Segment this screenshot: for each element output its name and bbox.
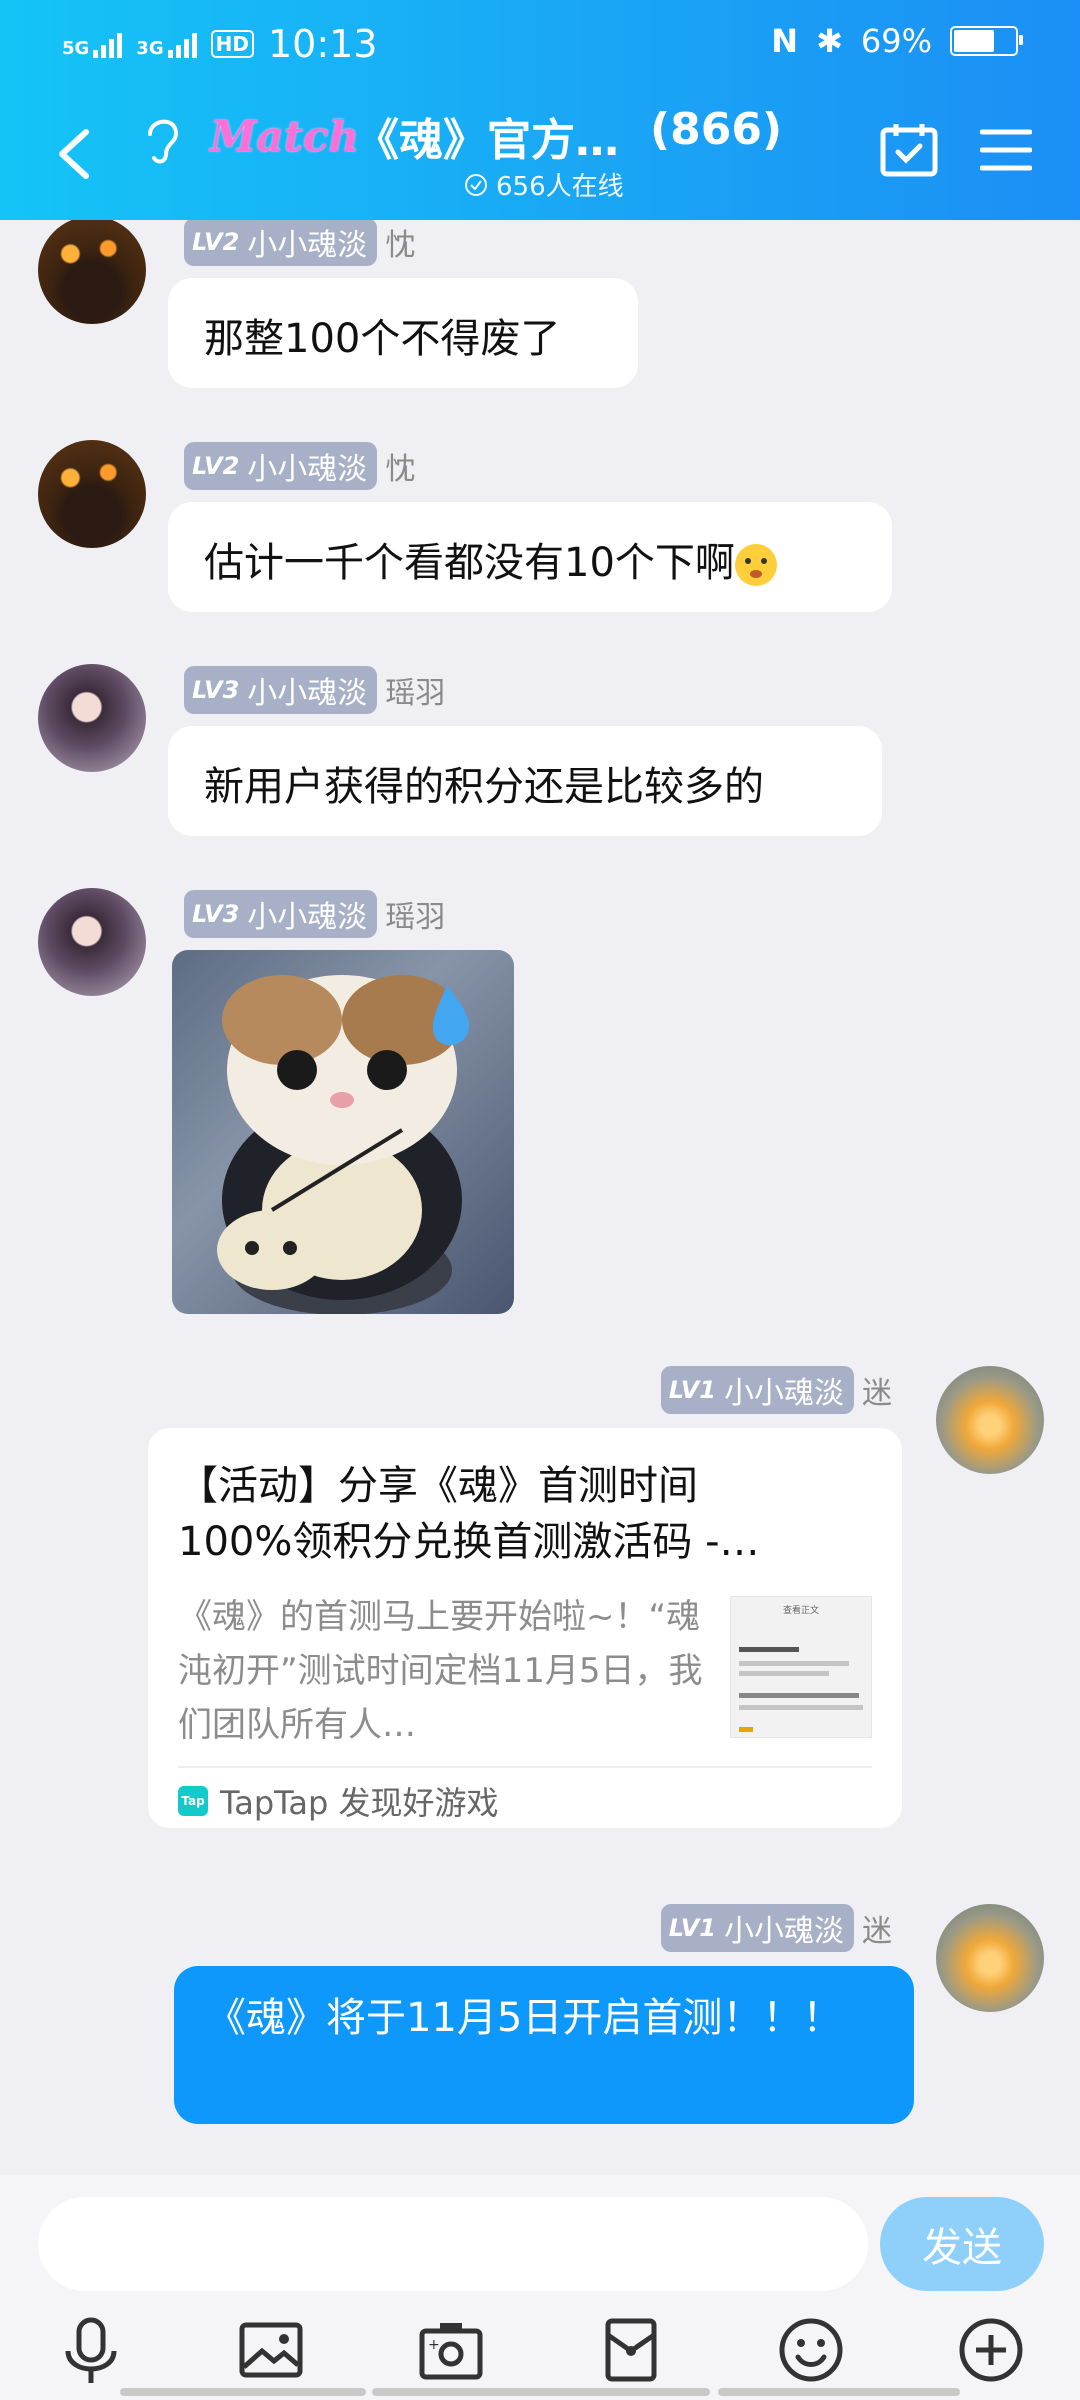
input-bar: 发送 + [0, 2175, 1080, 2400]
sender-line: LV3 小小魂淡 瑶羽 [184, 890, 445, 938]
level-badge: LV1 小小魂淡 [660, 1366, 854, 1414]
toolbar: + [0, 2315, 1080, 2385]
my-avatar[interactable] [936, 1904, 1044, 2012]
status-bar: 5G 3G HD 10:13 N ✱ 69% [0, 0, 1080, 90]
message-text: 估计一千个看都没有10个下啊 [204, 540, 735, 586]
avatar[interactable] [38, 220, 146, 324]
network-3g-label: 3G [136, 38, 164, 59]
sender-name: 忱 [385, 228, 416, 263]
app-header: 5G 3G HD 10:13 N ✱ 69% Match 《魂》官方… (866… [0, 0, 1080, 220]
ear-icon[interactable] [140, 112, 184, 168]
card-divider [178, 1766, 872, 1768]
scroll-indicator [120, 2388, 366, 2396]
message-list[interactable]: LV2 小小魂淡 忱 那整100个不得废了 LV2 小小魂淡 忱 估计一千个看都没有… [0, 220, 1080, 2175]
level-badge: LV2 小小魂淡 [184, 220, 378, 266]
menu-icon[interactable] [980, 128, 1032, 172]
bluetooth-icon: ✱ [816, 22, 843, 60]
svg-text:+: + [428, 2337, 440, 2353]
battery-icon [950, 26, 1023, 56]
member-count: (866) [650, 104, 783, 155]
plus-icon[interactable] [956, 2315, 1026, 2385]
sender-line: LV3 小小魂淡 瑶羽 [184, 666, 445, 714]
group-title[interactable]: 《魂》官方… [355, 104, 619, 168]
sender-name: 瑶羽 [385, 900, 446, 935]
online-count: 656人在线 [496, 172, 624, 202]
sticker-image[interactable] [172, 950, 514, 1314]
sender-line: LV2 小小魂淡 忱 [184, 442, 415, 490]
sender-name: 迷 [862, 1376, 892, 1411]
nfc-icon: N [771, 22, 799, 60]
image-icon[interactable] [236, 2315, 306, 2385]
scroll-indicator [372, 2388, 710, 2396]
send-button[interactable]: 发送 [880, 2197, 1044, 2291]
sender-line: LV2 小小魂淡 忱 [184, 220, 415, 266]
sender-name: 瑶羽 [385, 676, 446, 711]
message-bubble[interactable]: 那整100个不得废了 [168, 278, 638, 388]
avatar[interactable] [38, 440, 146, 548]
message-bubble[interactable]: 估计一千个看都没有10个下啊 [168, 502, 892, 612]
emoji-icon [734, 544, 777, 586]
camera-icon[interactable]: + [416, 2315, 486, 2385]
calendar-check-icon[interactable] [880, 122, 938, 178]
level-badge: LV1 小小魂淡 [660, 1904, 854, 1952]
avatar[interactable] [38, 888, 146, 996]
my-message-bubble[interactable]: 《魂》将于11月5日开启首测！！！ [174, 1966, 914, 2124]
source-label: TapTap 发现好游戏 [220, 1784, 499, 1822]
red-packet-icon[interactable] [596, 2315, 666, 2385]
check-circle-icon [465, 173, 487, 196]
message-bubble[interactable]: 新用户获得的积分还是比较多的 [168, 726, 882, 836]
sender-line: LV1 小小魂淡 迷 [660, 1366, 892, 1414]
level-badge: LV3 小小魂淡 [184, 890, 378, 938]
sender-line: LV1 小小魂淡 迷 [660, 1904, 892, 1952]
cat-sticker-illustration [217, 975, 470, 1314]
taptap-icon: Tap [178, 1786, 208, 1816]
signal-3g: 3G [136, 30, 197, 59]
avatar[interactable] [38, 664, 146, 772]
card-thumbnail: 查看正文 [730, 1596, 872, 1738]
battery-percent: 69% [860, 22, 932, 60]
message-input[interactable] [38, 2197, 868, 2291]
shared-link-card[interactable]: 【活动】分享《魂》首测时间 100%领积分兑换首测激活码 -… 《魂》的首测马上… [148, 1428, 902, 1828]
emoji-icon[interactable] [776, 2315, 846, 2385]
back-arrow-icon[interactable] [50, 124, 100, 184]
clock: 10:13 [267, 22, 378, 66]
microphone-icon[interactable] [56, 2315, 126, 2385]
scroll-indicator [718, 2388, 960, 2396]
sender-name: 忱 [385, 452, 416, 487]
card-description: 《魂》的首测马上要开始啦~！“魂沌初开”测试时间定档11月5日，我们团队所有人… [178, 1597, 703, 1745]
network-5g-label: 5G [62, 38, 90, 59]
my-avatar[interactable] [936, 1366, 1044, 1474]
signal-5g: 5G [62, 30, 123, 59]
online-status: 656人在线 [464, 166, 624, 203]
chat-nav-bar: Match 《魂》官方… (866) 656人在线 [0, 100, 1080, 210]
hd-badge: HD [210, 30, 254, 58]
card-title: 【活动】分享《魂》首测时间 100%领积分兑换首测激活码 -… [178, 1463, 760, 1565]
sender-name: 迷 [862, 1914, 892, 1949]
group-logo: Match [210, 112, 360, 161]
level-badge: LV3 小小魂淡 [184, 666, 378, 714]
level-badge: LV2 小小魂淡 [184, 442, 378, 490]
card-source: Tap TapTap 发现好游戏 [178, 1778, 499, 1824]
